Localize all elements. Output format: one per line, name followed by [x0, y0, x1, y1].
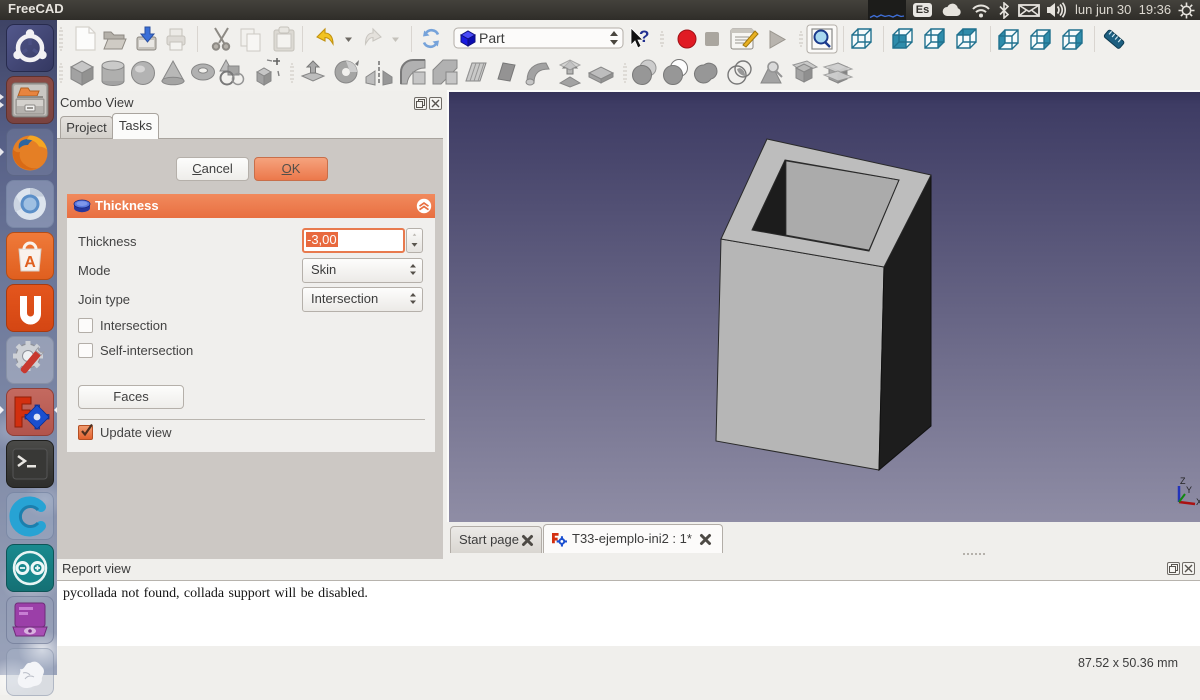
svg-text:Part: Part	[479, 30, 505, 46]
svg-text:?: ?	[639, 27, 649, 46]
svg-text:A: A	[24, 254, 36, 271]
svg-text:X: X	[1196, 497, 1200, 507]
svg-text:Y: Y	[1186, 485, 1192, 495]
